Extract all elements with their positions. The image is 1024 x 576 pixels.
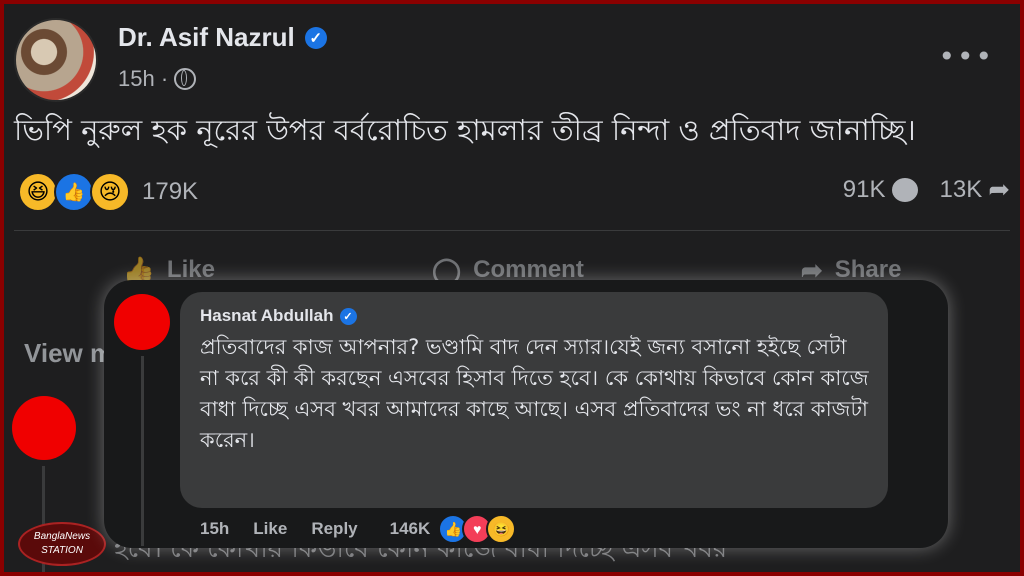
background-commenter-avatar <box>12 396 76 460</box>
comment-thread-line <box>141 356 144 546</box>
comment-count-stat[interactable]: 91K <box>843 176 918 204</box>
comment-time[interactable]: 15h <box>200 519 229 539</box>
comment-like-button[interactable]: Like <box>253 519 287 539</box>
sad-icon: 😢 <box>90 172 130 212</box>
verified-icon: ✓ <box>339 307 357 325</box>
watermark-line1: BanglaNews <box>33 531 91 542</box>
share-count-stat[interactable]: 13K ➦ <box>940 174 1011 205</box>
comment-reactions[interactable]: 146K 👍 ♥ 😆 <box>389 514 517 544</box>
post-text: ভিপি নুরুল হক নূরের উপর বর্বরোচিত হামলার… <box>14 113 916 147</box>
reaction-summary[interactable]: 😆 👍 😢 179K <box>18 172 198 212</box>
comment-author-line: Hasnat Abdullah ✓ <box>200 306 357 326</box>
globe-icon <box>174 68 197 90</box>
post-frame: Dr. Asif Nazrul ✓ 15h · ••• ভিপি নুরুল হ… <box>4 4 1020 572</box>
verified-icon: ✓ <box>304 26 327 49</box>
divider <box>14 230 1010 231</box>
view-more-comments[interactable]: View m <box>24 338 113 369</box>
more-icon[interactable]: ••• <box>938 40 994 73</box>
post-time[interactable]: 15h · <box>118 66 168 92</box>
like-icon: 👍 <box>54 172 94 212</box>
comment-reaction-count: 146K <box>389 519 431 538</box>
comment-bubble: Hasnat Abdullah ✓ প্রতিবাদের কাজ আপনার? … <box>180 292 888 508</box>
author-avatar[interactable] <box>14 18 98 102</box>
author-name[interactable]: Dr. Asif Nazrul <box>118 22 295 53</box>
post-header: Dr. Asif Nazrul ✓ 15h · ••• <box>14 14 1004 102</box>
haha-icon: 😆 <box>18 172 58 212</box>
reaction-count: 179K <box>142 178 199 205</box>
comment-reply-button[interactable]: Reply <box>311 519 357 539</box>
watermark-logo: BanglaNews STATION <box>18 522 106 566</box>
watermark-line2: STATION <box>41 545 83 556</box>
author-line: Dr. Asif Nazrul ✓ <box>118 22 327 53</box>
comment-footer: 15h Like Reply 146K 👍 ♥ 😆 <box>200 514 517 544</box>
post-stats: 91K 13K ➦ <box>843 174 1010 205</box>
share-count: 13K <box>939 175 983 203</box>
comment-count: 91K <box>842 175 886 203</box>
haha-icon: 😆 <box>486 514 517 544</box>
commenter-avatar[interactable] <box>114 294 170 350</box>
share-icon: ➦ <box>988 174 1010 204</box>
comment-author[interactable]: Hasnat Abdullah <box>200 306 334 326</box>
post-meta: 15h · <box>118 66 197 92</box>
comment-icon <box>891 177 918 202</box>
highlighted-comment: Hasnat Abdullah ✓ প্রতিবাদের কাজ আপনার? … <box>104 280 948 548</box>
comment-text: প্রতিবাদের কাজ আপনার? ভণ্ডামি বাদ দেন স্… <box>200 335 869 452</box>
